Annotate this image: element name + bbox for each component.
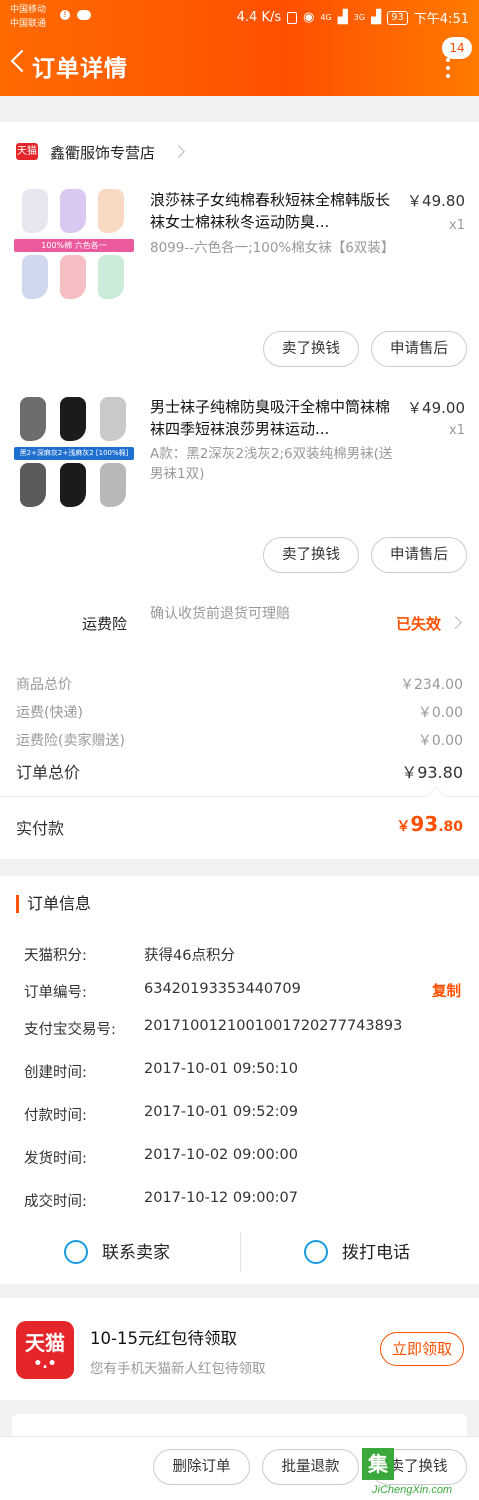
insurance-fee-label: 运费险(卖家赠送)	[16, 733, 125, 749]
alert-icon: !	[60, 10, 70, 20]
vibrate-icon	[287, 11, 298, 24]
product-sku: 8099--六色各一;100%棉女袜【6双装】	[150, 240, 395, 256]
product-price: ￥49.00	[407, 399, 465, 417]
info-value: 63420193353440709	[144, 981, 301, 997]
info-label: 天猫积分:	[24, 948, 87, 964]
signal-bars-icon-2: ▟	[371, 10, 382, 25]
tmall-store-icon: 天猫	[16, 143, 38, 160]
site-watermark: 集 JiChengXin.com	[362, 1448, 479, 1500]
info-label: 订单编号:	[24, 985, 87, 1001]
delete-order-button[interactable]: 删除订单	[153, 1449, 250, 1485]
info-value: 获得46点积分	[144, 948, 235, 964]
shipping-insurance-desc: 确认收货前退货可理赔	[150, 606, 290, 622]
carrier-primary: 中国移动	[10, 5, 47, 15]
message-count-badge[interactable]: 14	[442, 37, 472, 59]
tmall-logo-face: •.•	[33, 1356, 57, 1372]
info-label: 发货时间:	[24, 1151, 87, 1167]
product-price: ￥49.80	[407, 192, 465, 210]
info-value: 2017-10-01 09:50:10	[144, 1061, 298, 1077]
product-thumbnail[interactable]: 黑2+深麻灰2+浅麻灰2 [100%棉]	[14, 393, 136, 513]
contact-divider	[240, 1232, 241, 1272]
call-phone-button[interactable]: 拨打电话	[300, 1232, 450, 1272]
info-value: 2017-10-12 09:00:07	[144, 1190, 298, 1206]
watermark-logo: 集	[362, 1448, 394, 1480]
paid-integer: 93	[410, 812, 439, 836]
paid-amount-label: 实付款	[16, 819, 65, 838]
eye-icon: ◉	[303, 10, 315, 25]
batch-refund-button[interactable]: 批量退款	[262, 1449, 359, 1485]
shipping-fee-value: ￥0.00	[417, 705, 463, 721]
insurance-fee-value: ￥0.00	[417, 733, 463, 749]
product-quantity: x1	[449, 423, 465, 438]
carrier-secondary: 中国联通	[10, 19, 47, 29]
apply-aftersale-button[interactable]: 申请售后	[371, 537, 467, 573]
sell-for-cash-button[interactable]: 卖了换钱	[263, 331, 359, 367]
info-label: 支付宝交易号:	[24, 1022, 116, 1038]
info-label: 付款时间:	[24, 1108, 87, 1124]
signal-4g: 4G	[320, 13, 332, 22]
shipping-fee-label: 运费(快递)	[16, 705, 83, 721]
page-title: 订单详情	[32, 56, 128, 82]
signal-3g: 3G	[353, 13, 366, 22]
product-title[interactable]: 浪莎袜子女纯棉春秋短袜全棉韩版长袜女士棉袜秋冬运动防臭...	[150, 189, 395, 233]
tmall-logo: 天猫 •.•	[16, 1321, 74, 1379]
goods-total-value: ￥234.00	[400, 677, 463, 693]
order-total-row: 订单总价 ￥93.80	[16, 759, 463, 783]
product-thumbnail[interactable]: 100%棉 六色各一	[14, 185, 136, 305]
info-label: 创建时间:	[24, 1065, 87, 1081]
promo-subtitle: 您有手机天猫新人红包待领取	[90, 1361, 266, 1377]
order-total-value: ￥93.80	[401, 763, 463, 782]
tmall-logo-text: 天猫	[25, 1331, 65, 1355]
battery-indicator: 93	[387, 10, 408, 25]
shipping-insurance-label: 运费险	[82, 615, 128, 633]
paid-decimal: .80	[438, 819, 463, 835]
paid-divider	[0, 796, 479, 797]
thumb-caption: 黑2+深麻灰2+浅麻灰2 [100%棉]	[14, 447, 134, 460]
status-bar: 中国移动 中国联通 ! 4.4 K/s ◉ 4G ▟ 3G ▟ 93 下午4:5…	[0, 0, 479, 34]
info-value: 2017100121001001720277743893	[144, 1018, 403, 1034]
contact-seller-button[interactable]: 联系卖家	[60, 1232, 220, 1272]
copy-order-number-button[interactable]: 复制	[432, 980, 461, 1001]
shipping-insurance-status[interactable]: 已失效	[396, 613, 441, 634]
back-arrow-icon[interactable]	[8, 50, 30, 72]
claim-redpacket-button[interactable]: 立即领取	[380, 1332, 464, 1366]
info-label: 成交时间:	[24, 1194, 87, 1210]
thumb-caption: 100%棉 六色各一	[14, 239, 134, 252]
order-total-label: 订单总价	[16, 763, 81, 782]
status-right: 4.4 K/s ◉ 4G ▟ 3G ▟ 93 下午4:51	[237, 8, 469, 27]
paid-amount: ￥93.80	[396, 812, 463, 836]
insurance-fee-row: 运费险(卖家赠送) ￥0.00	[16, 730, 463, 750]
carrier-info: 中国移动 中国联通	[10, 3, 46, 31]
sell-for-cash-button[interactable]: 卖了换钱	[263, 537, 359, 573]
store-name[interactable]: 鑫衢服饰专营店	[50, 142, 155, 163]
info-value: 2017-10-01 09:52:09	[144, 1104, 298, 1120]
watermark-text: JiChengXin.com	[372, 1484, 453, 1496]
shipping-fee-row: 运费(快递) ￥0.00	[16, 702, 463, 722]
product-title[interactable]: 男士袜子纯棉防臭吸汗全棉中筒袜棉袜四季短袜浪莎男袜运动...	[150, 396, 395, 440]
apply-aftersale-button[interactable]: 申请售后	[371, 331, 467, 367]
call-phone-label: 拨打电话	[342, 1243, 410, 1263]
product-quantity: x1	[449, 218, 465, 233]
more-menu-icon[interactable]	[446, 58, 450, 82]
order-info-title: 订单信息	[16, 895, 91, 913]
chat-face-icon	[64, 1240, 88, 1264]
signal-bars-icon: ▟	[337, 10, 348, 25]
app-header: 中国移动 中国联通 ! 4.4 K/s ◉ 4G ▟ 3G ▟ 93 下午4:5…	[0, 0, 479, 96]
network-speed: 4.4 K/s	[236, 10, 282, 25]
contact-seller-label: 联系卖家	[102, 1243, 170, 1263]
clock: 下午4:51	[413, 12, 469, 27]
goods-total-label: 商品总价	[16, 677, 72, 693]
goods-total-row: 商品总价 ￥234.00	[16, 674, 463, 694]
message-notification-icon	[77, 10, 91, 20]
phone-icon	[304, 1240, 328, 1264]
paid-currency: ￥	[396, 819, 411, 835]
promo-title: 10-15元红包待领取	[90, 1329, 237, 1348]
product-sku: A款：黑2深灰2浅灰2;6双装纯棉男袜(送男袜1双)	[150, 446, 393, 482]
info-value: 2017-10-02 09:00:00	[144, 1147, 298, 1163]
